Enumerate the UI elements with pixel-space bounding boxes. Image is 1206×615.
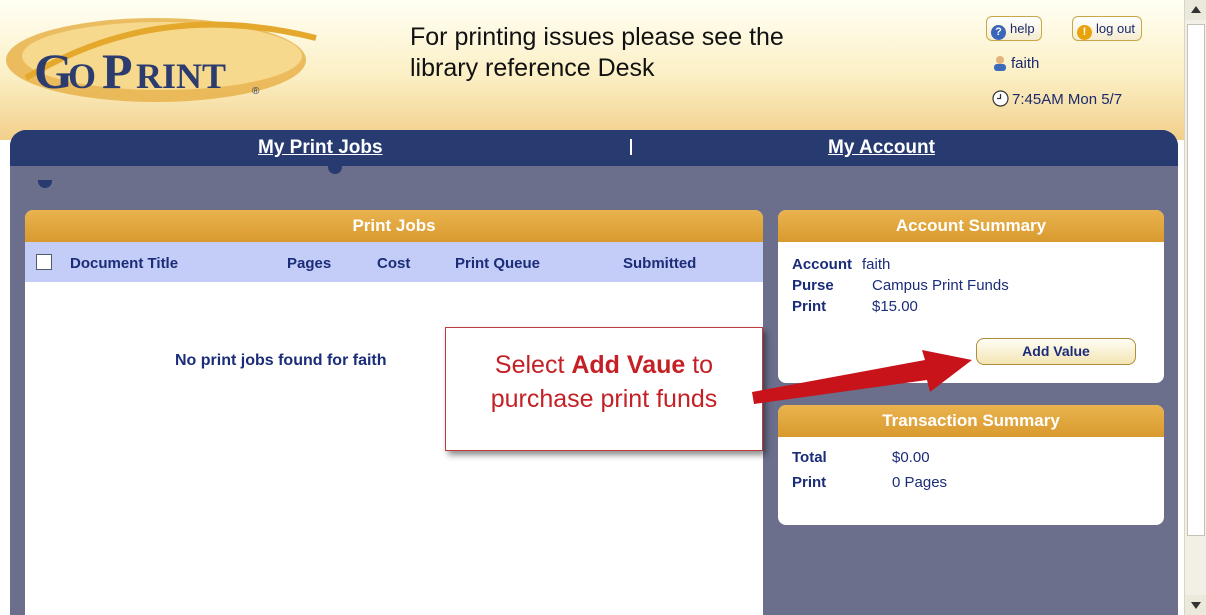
callout-arrow-icon [752, 350, 972, 404]
username: faith [1011, 55, 1040, 72]
current-time: 7:45AM Mon 5/7 [1012, 91, 1123, 108]
purse-label: Purse [792, 277, 834, 294]
total-value: $0.00 [892, 449, 930, 466]
empty-jobs-message: No print jobs found for faith [175, 352, 387, 369]
print-pages-label: Print [792, 474, 827, 491]
logout-icon: ! [1077, 25, 1092, 40]
scroll-down-button[interactable] [1185, 595, 1206, 615]
logout-label: log out [1096, 21, 1136, 36]
vertical-scrollbar[interactable] [1184, 0, 1206, 615]
column-cost[interactable]: Cost [377, 255, 410, 272]
help-label: help [1010, 21, 1035, 36]
nav-tab-indicator-active [328, 166, 342, 174]
time-info: 7:45AM Mon 5/7 [992, 90, 1122, 108]
scroll-up-arrow-icon [1191, 6, 1201, 13]
callout-line2: purchase print funds [490, 385, 718, 413]
total-row: Total $0.00 [792, 449, 1164, 474]
callout-suffix: to [685, 351, 714, 379]
column-print-queue[interactable]: Print Queue [455, 255, 540, 272]
nav-bar: My Print Jobs My Account [10, 130, 1178, 166]
instruction-callout: Select Add Vaue to purchase print funds [445, 327, 763, 451]
print-balance-label: Print [792, 298, 827, 315]
column-document-title[interactable]: Document Title [70, 255, 178, 272]
nav-my-print-jobs[interactable]: My Print Jobs [258, 137, 383, 159]
account-summary-body: Account faith Purse Campus Print Funds P… [778, 242, 1164, 319]
goprint-logo: G O P RINT ® [6, 18, 317, 102]
account-label: Account [792, 256, 852, 273]
page-header: G O P RINT ® For printing issues please … [0, 0, 1184, 140]
transaction-summary-body: Total $0.00 Print 0 Pages [778, 437, 1164, 499]
header-message-line2: library reference Desk [410, 54, 655, 82]
scroll-down-arrow-icon [1191, 602, 1201, 609]
scroll-thumb[interactable] [1187, 24, 1205, 536]
svg-text:®: ® [252, 86, 260, 97]
nav-tab-indicator-left [38, 180, 52, 188]
print-pages-value: 0 Pages [892, 474, 948, 491]
svg-text:RINT: RINT [136, 56, 226, 96]
account-value: faith [862, 256, 891, 273]
user-icon [994, 56, 1006, 71]
add-value-button[interactable]: Add Value [976, 338, 1136, 365]
print-balance-value: $15.00 [872, 298, 918, 315]
user-info: faith [992, 55, 1039, 72]
select-all-checkbox[interactable] [36, 254, 52, 270]
account-row: Account faith [792, 256, 1164, 277]
print-jobs-column-header: Document Title Pages Cost Print Queue Su… [25, 242, 763, 282]
purse-row: Purse Campus Print Funds [792, 277, 1164, 298]
nav-my-account[interactable]: My Account [828, 137, 935, 159]
header-message: For printing issues please see the libra… [410, 22, 930, 84]
svg-text:O: O [68, 56, 96, 96]
help-button[interactable]: ? help [986, 16, 1042, 41]
callout-prefix: Select [494, 351, 572, 379]
nav-separator [630, 139, 632, 155]
print-pages-row: Print 0 Pages [792, 474, 1164, 499]
total-label: Total [792, 449, 827, 466]
column-submitted[interactable]: Submitted [623, 255, 696, 272]
callout-emphasis: Add Vaue [571, 351, 686, 379]
svg-text:P: P [102, 43, 133, 99]
clock-icon [992, 90, 1009, 107]
column-pages[interactable]: Pages [287, 255, 331, 272]
header-message-line1: For printing issues please see the [410, 23, 784, 51]
callout-line1: Select Add Vaue to [446, 348, 762, 382]
print-balance-row: Print $15.00 [792, 298, 1164, 319]
account-summary-title: Account Summary [778, 210, 1164, 242]
purse-value: Campus Print Funds [872, 277, 1009, 294]
logout-button[interactable]: ! log out [1072, 16, 1143, 41]
print-jobs-title: Print Jobs [25, 210, 763, 242]
transaction-summary-panel: Transaction Summary Total $0.00 Print 0 … [778, 405, 1164, 525]
scroll-up-button[interactable] [1185, 0, 1206, 20]
help-icon: ? [991, 25, 1006, 40]
